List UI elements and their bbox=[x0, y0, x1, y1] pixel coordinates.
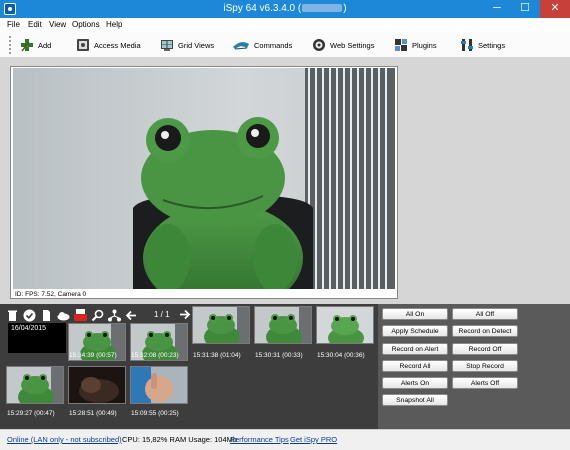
access-media-label: Access Media bbox=[94, 40, 141, 50]
thumbnail-label: 15:29:27 (00:47) bbox=[7, 410, 55, 417]
thumbnail-label: 15:09:55 (00:25) bbox=[131, 410, 179, 417]
camera-feed[interactable] bbox=[13, 68, 395, 289]
document-icon[interactable] bbox=[40, 309, 53, 322]
web-settings-icon bbox=[312, 38, 326, 52]
maximize-button[interactable]: ☐ bbox=[512, 0, 538, 18]
check-icon[interactable] bbox=[23, 309, 36, 322]
commands-label: Commands bbox=[254, 40, 293, 50]
recording-thumbnail[interactable] bbox=[192, 306, 250, 344]
plugins-icon bbox=[394, 38, 408, 52]
camera-image bbox=[13, 68, 395, 289]
settings-button[interactable]: Settings bbox=[460, 37, 505, 53]
grid-icon bbox=[160, 38, 174, 52]
status-bar: Online (LAN only - not subscribed) CPU: … bbox=[0, 429, 570, 450]
recording-thumbnail[interactable] bbox=[6, 366, 64, 404]
snapshot-all-button[interactable]: Snapshot All bbox=[382, 394, 448, 406]
recording-thumbnail[interactable] bbox=[68, 366, 126, 404]
recording-thumbnail[interactable] bbox=[254, 306, 312, 344]
record-on-detect-button[interactable]: Record on Detect bbox=[452, 325, 518, 337]
delete-icon[interactable] bbox=[6, 309, 19, 322]
media-icon bbox=[76, 38, 90, 52]
alerts-on-button[interactable]: Alerts On bbox=[382, 377, 448, 389]
record-off-button[interactable]: Record Off bbox=[452, 343, 518, 355]
add-button[interactable]: Add bbox=[20, 37, 51, 53]
menu-view[interactable]: View bbox=[49, 20, 66, 29]
redacted-text bbox=[302, 4, 343, 13]
access-media-button[interactable]: Access Media bbox=[76, 37, 141, 53]
apply-schedule-button[interactable]: Apply Schedule bbox=[382, 325, 448, 337]
all-off-button[interactable]: All Off bbox=[452, 308, 518, 320]
menu-options[interactable]: Options bbox=[72, 20, 100, 29]
share-icon[interactable] bbox=[108, 309, 121, 322]
performance-tips-link[interactable]: Performance Tips bbox=[230, 435, 289, 444]
grid-views-button[interactable]: Grid Views bbox=[160, 37, 214, 53]
window-title-text: iSpy 64 v6.3.4.0 ( bbox=[223, 3, 302, 14]
date-label: 16/04/2015 bbox=[8, 323, 66, 353]
recording-thumbnail[interactable] bbox=[316, 306, 374, 344]
alerts-off-button[interactable]: Alerts Off bbox=[452, 377, 518, 389]
arrow-right-icon[interactable] bbox=[178, 308, 191, 321]
cpu-usage: CPU: 15,82% RAM Usage: 104Mb bbox=[122, 435, 238, 444]
youtube-icon[interactable] bbox=[74, 308, 87, 322]
thumbnails-area: 1 / 1 16/04/2015 15:34:39 (00:57) 15:32:… bbox=[0, 304, 378, 429]
title-bar: iSpy 64 v6.3.4.0 () ─ ☐ ✕ bbox=[0, 0, 570, 18]
stop-record-button[interactable]: Stop Record bbox=[452, 360, 518, 372]
minimize-button[interactable]: ─ bbox=[484, 0, 510, 18]
grid-views-label: Grid Views bbox=[178, 40, 215, 50]
menu-help[interactable]: Help bbox=[106, 20, 122, 29]
commands-button[interactable]: Commands bbox=[232, 37, 292, 53]
all-on-button[interactable]: All On bbox=[382, 308, 448, 320]
thumbnail-label: 15:32:08 (00:23) bbox=[131, 352, 179, 359]
thumbnail-label: 15:30:31 (00:33) bbox=[255, 352, 303, 359]
online-status-link[interactable]: Online (LAN only - not subscribed) bbox=[7, 435, 122, 444]
plugins-label: Plugins bbox=[412, 40, 437, 50]
camera-workspace: ID: FPS: 7.52, Camera 0 bbox=[0, 58, 570, 304]
media-toolbar bbox=[6, 307, 138, 323]
add-label: Add bbox=[38, 40, 52, 50]
add-icon bbox=[20, 38, 34, 52]
arrow-left-icon[interactable] bbox=[125, 309, 138, 322]
thumbnail-label: 15:34:39 (00:57) bbox=[69, 352, 117, 359]
menu-file[interactable]: File bbox=[7, 20, 20, 29]
close-button[interactable]: ✕ bbox=[540, 0, 570, 18]
camera-caption: ID: FPS: 7.52, Camera 0 bbox=[15, 291, 87, 298]
settings-label: Settings bbox=[478, 40, 506, 50]
menu-edit[interactable]: Edit bbox=[28, 20, 42, 29]
menu-bar: File Edit View Options Help bbox=[0, 18, 570, 32]
camera-window[interactable]: ID: FPS: 7.52, Camera 0 bbox=[10, 66, 398, 299]
thumbnail-label: 15:31:38 (01:04) bbox=[193, 352, 241, 359]
get-pro-link[interactable]: Get iSpy PRO bbox=[290, 435, 337, 444]
thumbnail-label: 15:28:51 (00:49) bbox=[69, 410, 117, 417]
record-all-button[interactable]: Record All bbox=[382, 360, 448, 372]
control-panel: All On All Off Apply Schedule Record on … bbox=[378, 304, 570, 429]
toolbar-grip[interactable] bbox=[9, 36, 11, 54]
settings-icon bbox=[460, 38, 474, 52]
media-panel: 1 / 1 16/04/2015 15:34:39 (00:57) 15:32:… bbox=[0, 304, 570, 429]
web-settings-button[interactable]: Web Settings bbox=[312, 37, 374, 53]
thumbnail-label: 15:30:04 (00:36) bbox=[317, 352, 365, 359]
record-on-alert-button[interactable]: Record on Alert bbox=[382, 343, 448, 355]
page-indicator: 1 / 1 bbox=[154, 310, 170, 319]
commands-icon bbox=[232, 38, 250, 52]
toolbar: Add Access Media Grid Views Commands Web… bbox=[0, 32, 570, 58]
window-title-suffix: ) bbox=[343, 3, 347, 14]
cloud-upload-icon[interactable] bbox=[57, 309, 70, 322]
plugins-button[interactable]: Plugins bbox=[394, 37, 437, 53]
date-text: 16/04/2015 bbox=[11, 325, 47, 332]
web-settings-label: Web Settings bbox=[330, 40, 375, 50]
recording-thumbnail[interactable] bbox=[130, 366, 188, 404]
search-icon[interactable] bbox=[91, 309, 104, 322]
